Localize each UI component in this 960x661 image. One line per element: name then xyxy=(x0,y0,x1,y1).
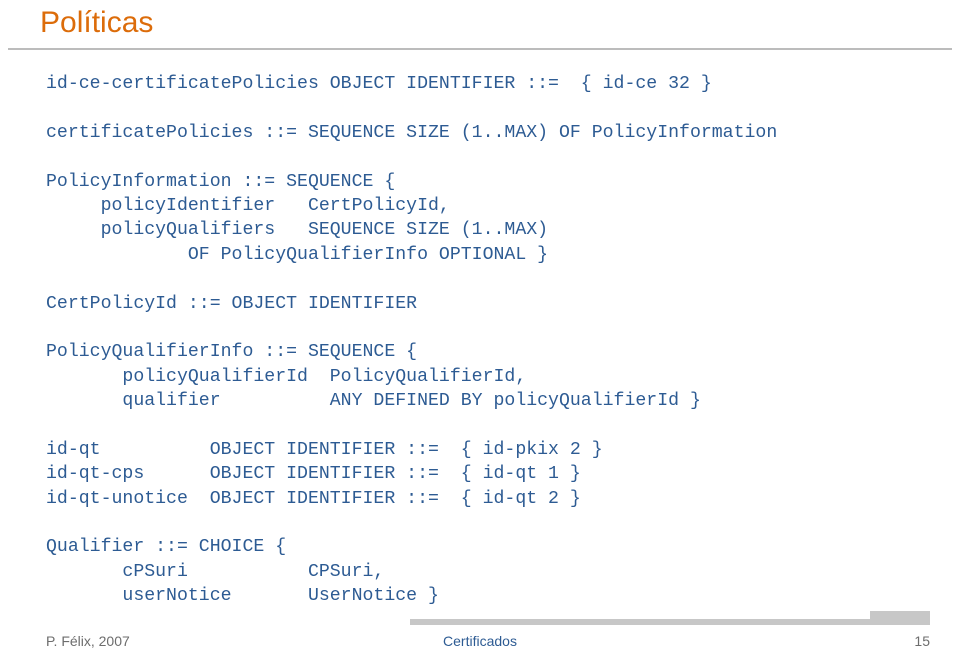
asn1-code-block: id-ce-certificatePolicies OBJECT IDENTIF… xyxy=(46,72,777,609)
footer-section: Certificados xyxy=(0,633,960,649)
title-divider xyxy=(8,48,952,50)
slide: Políticas id-ce-certificatePolicies OBJE… xyxy=(0,0,960,661)
footer-decor-block xyxy=(870,611,930,625)
page-title: Políticas xyxy=(40,6,153,40)
footer-decor-bar xyxy=(410,619,930,625)
footer-page-number: 15 xyxy=(914,633,930,649)
